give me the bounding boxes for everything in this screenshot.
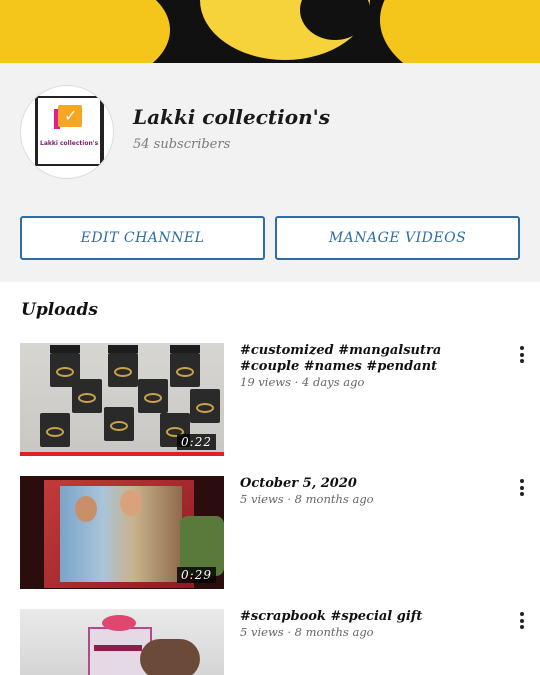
edit-channel-button[interactable]: EDIT CHANNEL: [20, 216, 265, 260]
video-meta: 19 views · 4 days ago: [240, 375, 365, 389]
more-vert-icon[interactable]: [516, 346, 528, 364]
video-title[interactable]: October 5, 2020: [240, 476, 502, 492]
video-duration: 0:29: [177, 567, 216, 583]
video-thumbnail[interactable]: [20, 609, 224, 675]
manage-videos-button[interactable]: MANAGE VIDEOS: [275, 216, 520, 260]
video-thumbnail[interactable]: 0:22: [20, 343, 224, 456]
uploads-heading: Uploads: [21, 300, 98, 320]
more-vert-icon[interactable]: [516, 479, 528, 497]
watch-progress-bar: [20, 452, 224, 456]
channel-name: Lakki collection's: [133, 105, 331, 129]
channel-logo: ✓ Lakki collection's: [35, 96, 104, 166]
video-meta: 5 views · 8 months ago: [240, 492, 374, 506]
channel-avatar[interactable]: ✓ Lakki collection's: [20, 85, 114, 179]
video-thumbnail[interactable]: 0:29: [20, 476, 224, 589]
channel-header: ✓ Lakki collection's Lakki collection's …: [0, 63, 540, 282]
channel-banner: [0, 0, 540, 63]
video-title[interactable]: #customized #mangalsutra #couple #names …: [240, 343, 502, 375]
video-title[interactable]: #scrapbook #special gift: [240, 609, 502, 625]
video-duration: 0:22: [177, 434, 216, 450]
video-meta: 5 views · 8 months ago: [240, 625, 374, 639]
subscriber-count: 54 subscribers: [133, 137, 231, 152]
more-vert-icon[interactable]: [516, 612, 528, 630]
logo-text: Lakki collection's: [40, 140, 99, 147]
